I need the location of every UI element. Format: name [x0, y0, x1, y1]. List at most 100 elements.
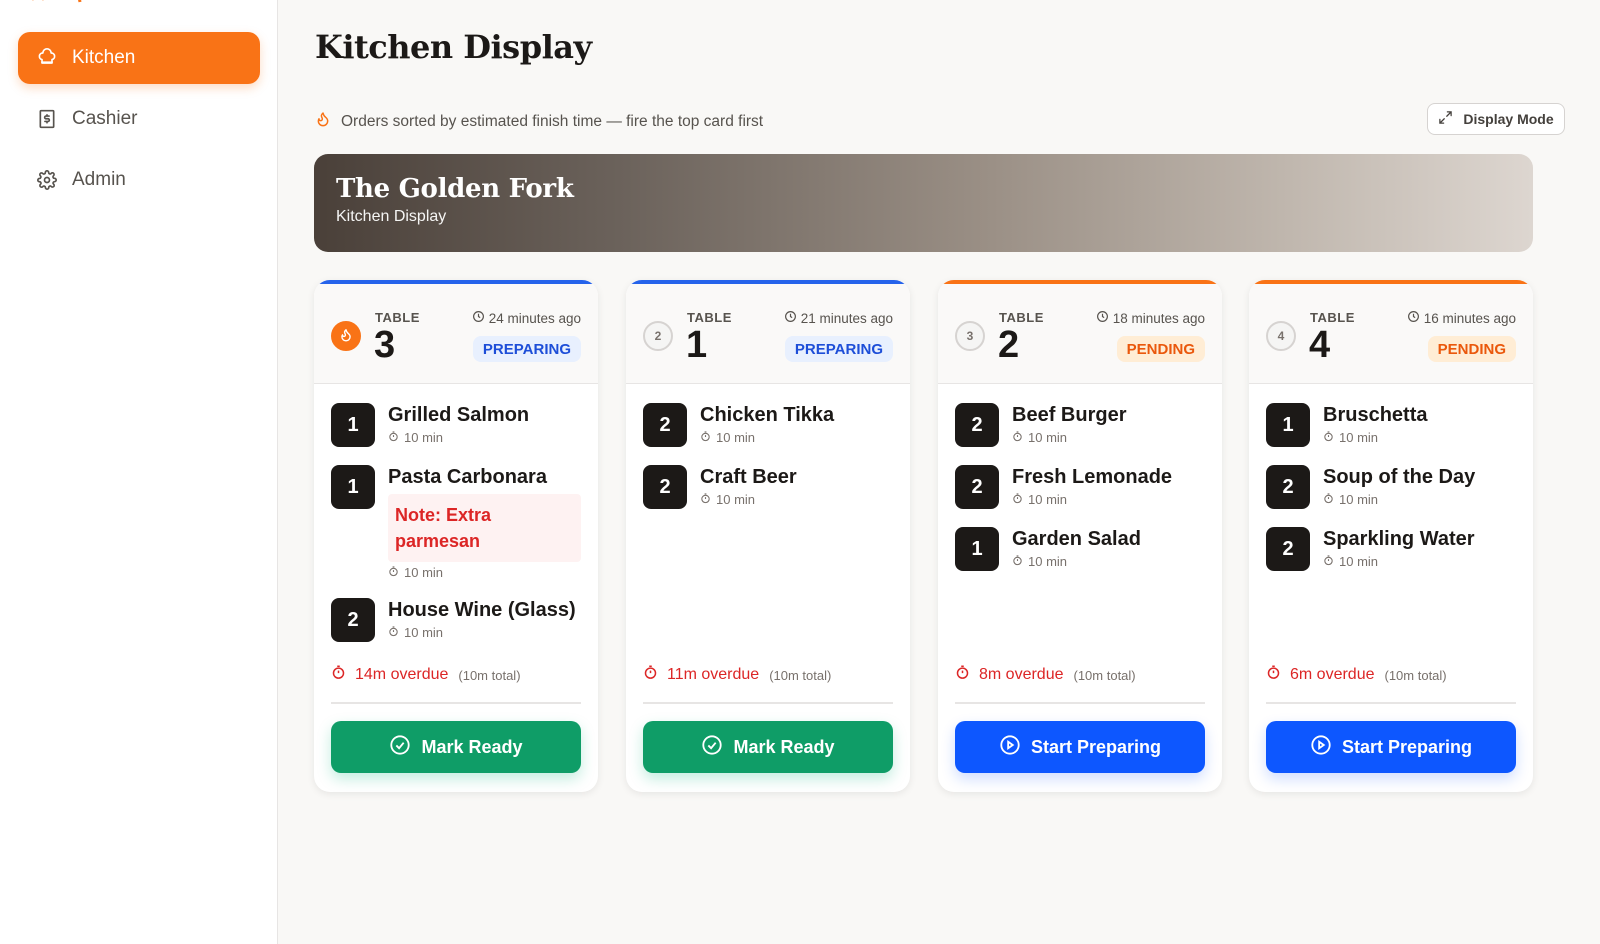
sidebar-item-kitchen[interactable]: Kitchen [18, 32, 260, 84]
item-time: 10 min [1323, 554, 1516, 569]
table-number: 4 [1309, 324, 1331, 366]
list-item: 2 Fresh Lemonade 10 min [955, 465, 1205, 509]
sort-hint-text: Orders sorted by estimated finish time —… [341, 112, 764, 130]
item-note: Note: Extra parmesan [388, 494, 581, 562]
play-circle-icon [999, 734, 1021, 761]
mark-ready-button[interactable]: Mark Ready [331, 721, 581, 773]
item-quantity: 2 [331, 598, 375, 642]
timer-icon [1012, 554, 1023, 569]
list-item: 2 House Wine (Glass) 10 min [331, 598, 581, 642]
item-time-text: 10 min [1028, 554, 1068, 569]
status-badge: PREPARING [784, 336, 893, 362]
divider [1266, 702, 1516, 704]
order-age-text: 24 minutes ago [488, 310, 581, 326]
item-name: Fresh Lemonade [1012, 466, 1173, 488]
order-card: 4 TABLE 4 16 minutes ago PENDING 1 Brusc… [1249, 280, 1533, 792]
mark-ready-button[interactable]: Mark Ready [643, 721, 893, 773]
order-items: 1 Grilled Salmon 10 min 1 Pasta Carbonar… [331, 403, 581, 660]
list-item: 2 Craft Beer 10 min [643, 465, 893, 509]
restaurant-name: The Golden Fork [336, 174, 574, 204]
play-circle-icon [1310, 734, 1332, 761]
item-time-text: 10 min [716, 492, 756, 507]
item-quantity: 1 [331, 465, 375, 509]
table-label: TABLE [687, 310, 732, 325]
order-age-text: 21 minutes ago [800, 310, 893, 326]
list-item: 1 Garden Salad 10 min [955, 527, 1205, 571]
status-badge: PREPARING [472, 336, 581, 362]
overdue-indicator: 14m overdue (10m total) [331, 665, 521, 685]
item-time: 10 min [388, 565, 581, 580]
timer-icon [700, 430, 711, 445]
order-age-text: 18 minutes ago [1112, 310, 1205, 326]
queue-position-badge: 3 [955, 321, 985, 351]
item-name: House Wine (Glass) [388, 599, 576, 621]
list-item: 2 Soup of the Day 10 min [1266, 465, 1516, 509]
item-quantity: 1 [331, 403, 375, 447]
item-quantity: 2 [955, 403, 999, 447]
sidebar-item-cashier[interactable]: Cashier [18, 93, 260, 145]
item-name: Sparkling Water [1323, 528, 1475, 550]
overdue-indicator: 8m overdue (10m total) [955, 665, 1136, 685]
item-name: Garden Salad [1012, 528, 1141, 550]
item-quantity: 2 [643, 403, 687, 447]
restaurant-banner: The Golden Fork Kitchen Display [314, 154, 1533, 252]
timer-icon [1012, 430, 1023, 445]
item-time-text: 10 min [1028, 430, 1068, 445]
clock-icon [1096, 310, 1109, 326]
overdue-text: 11m overdue [667, 666, 760, 683]
overdue-text: 8m overdue [979, 666, 1064, 683]
timer-icon [388, 565, 399, 580]
order-card: 3 TABLE 2 18 minutes ago PENDING 2 Beef … [938, 280, 1222, 792]
list-item: 2 Beef Burger 10 min [955, 403, 1205, 447]
table-label: TABLE [999, 310, 1044, 325]
item-time: 10 min [1323, 430, 1516, 445]
gear-icon [36, 169, 58, 191]
display-mode-button[interactable]: Display Mode [1427, 103, 1565, 135]
start-preparing-button[interactable]: Start Preparing [1266, 721, 1516, 773]
total-time: (10m total) [769, 667, 832, 683]
item-time: 10 min [388, 625, 581, 640]
item-quantity: 2 [643, 465, 687, 509]
item-quantity: 2 [1266, 465, 1310, 509]
list-item: 2 Chicken Tikka 10 min [643, 403, 893, 447]
start-preparing-button[interactable]: Start Preparing [955, 721, 1205, 773]
timer-icon [1323, 430, 1334, 445]
action-label: Start Preparing [1030, 736, 1162, 757]
item-name: Craft Beer [700, 466, 797, 488]
stopwatch-icon [955, 665, 970, 685]
banner-subtitle: Kitchen Display [336, 208, 447, 225]
item-time-text: 10 min [404, 565, 444, 580]
table-number: 2 [998, 324, 1020, 366]
divider [643, 702, 893, 704]
stopwatch-icon [643, 665, 658, 685]
item-time: 10 min [1012, 430, 1205, 445]
item-time-text: 10 min [404, 430, 444, 445]
table-number: 3 [374, 324, 396, 366]
sidebar-item-admin[interactable]: Admin [18, 154, 260, 206]
item-time: 10 min [700, 430, 893, 445]
table-number: 1 [686, 324, 708, 366]
item-name: Beef Burger [1012, 404, 1127, 426]
order-items: 2 Beef Burger 10 min 2 Fresh Lemonade 10… [955, 403, 1205, 589]
divider [955, 702, 1205, 704]
item-quantity: 2 [955, 465, 999, 509]
timer-icon [1012, 492, 1023, 507]
sidebar-item-label: Admin [72, 169, 126, 190]
item-name: Grilled Salmon [388, 404, 530, 426]
item-time-text: 10 min [404, 625, 444, 640]
item-time-text: 10 min [1339, 554, 1379, 569]
fire-badge [331, 321, 361, 351]
item-time: 10 min [1323, 492, 1516, 507]
item-time-text: 10 min [1028, 492, 1068, 507]
order-card-header: 4 TABLE 4 16 minutes ago PENDING [1249, 284, 1533, 384]
timer-icon [1323, 492, 1334, 507]
status-badge: PENDING [1116, 336, 1205, 362]
table-label: TABLE [375, 310, 420, 325]
table-label: TABLE [1310, 310, 1355, 325]
order-items: 2 Chicken Tikka 10 min 2 Craft Beer 10 m… [643, 403, 893, 527]
action-label: Start Preparing [1341, 736, 1473, 757]
list-item: 1 Grilled Salmon 10 min [331, 403, 581, 447]
overdue-indicator: 11m overdue (10m total) [643, 665, 831, 685]
item-quantity: 1 [955, 527, 999, 571]
timer-icon [388, 625, 399, 640]
